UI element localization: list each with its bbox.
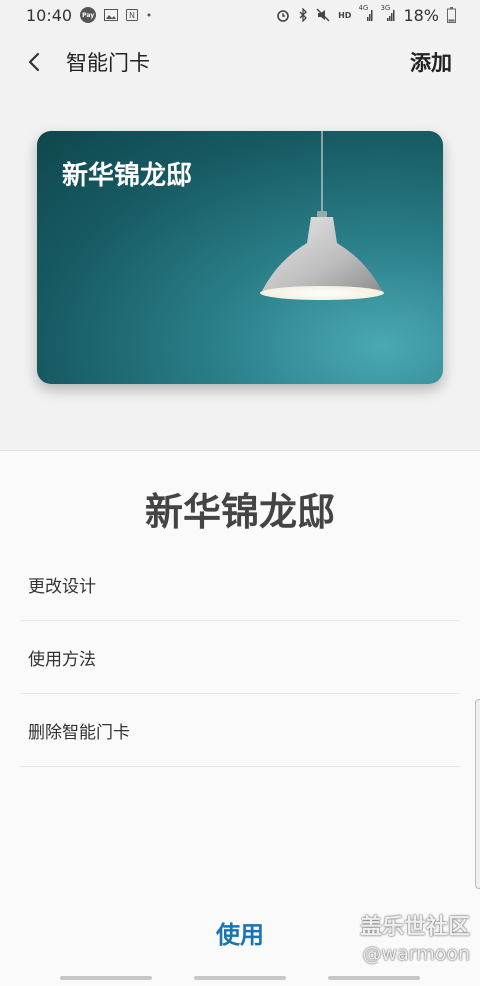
hd-label: HD xyxy=(338,10,352,20)
svg-text:N: N xyxy=(129,11,135,20)
use-button[interactable]: 使用 xyxy=(190,915,290,951)
menu-item-how-to-use[interactable]: 使用方法 xyxy=(20,621,460,694)
status-time: 10:40 xyxy=(26,5,73,25)
bluetooth-icon xyxy=(298,8,308,22)
signal-4g-icon: 4G xyxy=(358,4,373,22)
mute-icon xyxy=(316,8,330,22)
edge-panel-handle[interactable] xyxy=(475,699,480,889)
menu-item-change-design[interactable]: 更改设计 xyxy=(20,548,460,621)
nfc-icon: N xyxy=(126,9,139,21)
net-3g-label: 3G xyxy=(380,4,391,12)
watermark: 盖乐世社区 @warmoon xyxy=(360,909,470,965)
menu-item-label: 删除智能门卡 xyxy=(28,722,130,743)
gallery-icon xyxy=(104,9,119,21)
dot-icon xyxy=(146,12,152,18)
hd-icon: HD xyxy=(338,11,351,20)
door-card-preview[interactable]: 新华锦龙邸 xyxy=(37,131,443,384)
menu-item-label: 使用方法 xyxy=(28,649,96,670)
battery-percent: 18% xyxy=(403,5,439,25)
nav-home-handle[interactable] xyxy=(194,976,286,980)
add-button[interactable]: 添加 xyxy=(410,47,452,77)
battery-icon xyxy=(447,7,456,23)
status-left: 10:40 Pay N xyxy=(26,6,152,25)
menu-item-delete-card[interactable]: 删除智能门卡 xyxy=(20,694,460,767)
signal-3g-icon: 3G xyxy=(380,4,395,22)
pay-icon: Pay xyxy=(80,7,97,23)
back-button[interactable] xyxy=(20,38,48,86)
nav-back-handle[interactable] xyxy=(328,976,420,980)
back-arrow-icon xyxy=(28,52,40,72)
watermark-user: @warmoon xyxy=(362,943,470,965)
net-4g-label: 4G xyxy=(358,4,369,12)
sheet-title: 新华锦龙邸 xyxy=(144,490,335,534)
navigation-bar xyxy=(0,972,480,986)
watermark-brand: 盖乐世社区 xyxy=(359,915,470,940)
nav-recents-handle[interactable] xyxy=(60,976,152,980)
page-title: 智能门卡 xyxy=(66,51,150,75)
status-right: HD 4G 3G 18% xyxy=(276,4,456,25)
status-bar: 10:40 Pay N HD 4G 3G 18% xyxy=(0,0,480,30)
card-detail-sheet: 新华锦龙邸 更改设计 使用方法 删除智能门卡 使用 盖乐世社区 @warmoon xyxy=(0,450,480,986)
menu-item-label: 更改设计 xyxy=(28,576,96,597)
app-bar: 智能门卡 添加 xyxy=(0,38,480,86)
card-title: 新华锦龙邸 xyxy=(62,161,193,191)
alarm-icon xyxy=(276,8,290,22)
